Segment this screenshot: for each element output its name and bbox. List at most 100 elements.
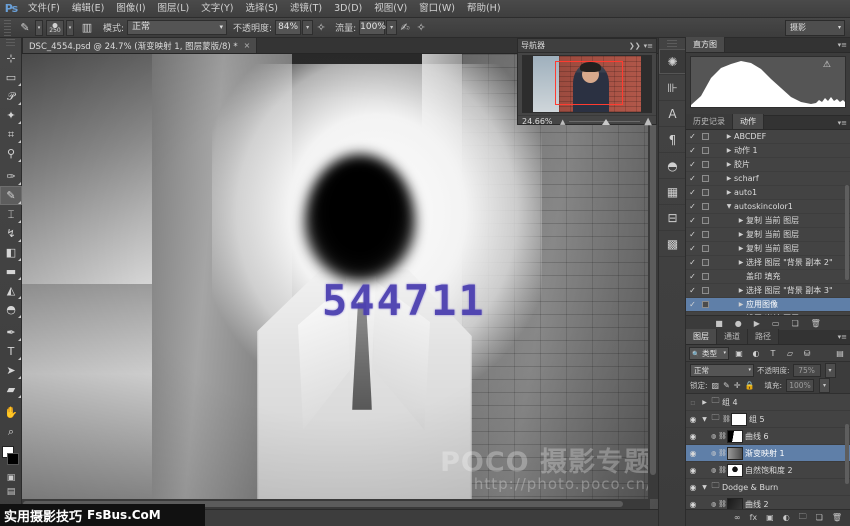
chevron-right-icon[interactable]: ▶ bbox=[736, 217, 746, 224]
action-enabled-check[interactable]: ✓ bbox=[686, 286, 699, 295]
layers-scrollbar[interactable] bbox=[845, 424, 849, 484]
brush-panel-toggle-icon[interactable]: ▥ bbox=[77, 20, 97, 36]
action-enabled-check[interactable]: ✓ bbox=[686, 188, 699, 197]
actions-menu-icon[interactable]: ▾≡ bbox=[838, 119, 847, 127]
histogram-menu-icon[interactable]: ▾≡ bbox=[838, 41, 847, 49]
actions-list[interactable]: ✓▶ABCDEF✓▶动作 1✓▶胶片✓▶scharf✓▶auto1✓▼autos… bbox=[686, 130, 850, 315]
layer-row[interactable]: ◉◍⛓曲线 6 bbox=[686, 428, 850, 445]
action-row[interactable]: ✓盖印 填充 bbox=[686, 270, 850, 284]
layer-link-icon[interactable]: ⛓ bbox=[718, 449, 727, 457]
navigator-view-rectangle[interactable] bbox=[555, 61, 623, 105]
layer-opacity-input[interactable]: 75% bbox=[793, 364, 821, 377]
play-button[interactable]: ▶ bbox=[754, 319, 760, 328]
chevron-right-icon[interactable]: ▼ bbox=[724, 203, 734, 210]
chevron-right-icon[interactable]: ▶ bbox=[736, 287, 746, 294]
chevron-right-icon[interactable]: ▶ bbox=[736, 245, 746, 252]
layer-blend-mode-select[interactable]: 正常 bbox=[690, 364, 754, 377]
navigator-panel[interactable]: 导航器 ❯❯ ▾≡ 24.66% ▲ ▲ bbox=[517, 38, 657, 125]
filter-type-icon[interactable]: T bbox=[766, 346, 780, 360]
background-color-swatch[interactable] bbox=[7, 453, 19, 465]
eyedropper-tool[interactable]: ⚲ bbox=[0, 144, 22, 163]
layer-row[interactable]: ◉◍⛓渐变映射 1 bbox=[686, 445, 850, 462]
flow-pressure-icon[interactable]: ✧ bbox=[413, 20, 429, 36]
action-row[interactable]: ✓▶复制 当前 图层 bbox=[686, 228, 850, 242]
action-row[interactable]: ✓▶胶片 bbox=[686, 158, 850, 172]
layer-mask-thumbnail[interactable] bbox=[731, 413, 747, 426]
action-row[interactable]: ✓▶auto1 bbox=[686, 186, 850, 200]
clone-stamp-tool[interactable]: ⌶ bbox=[0, 205, 22, 224]
workspace-select[interactable]: 摄影 bbox=[785, 20, 845, 36]
menu-3d[interactable]: 3D(D) bbox=[328, 0, 368, 18]
collapse-icon[interactable]: ❯❯ bbox=[629, 42, 641, 50]
brush-tool-icon[interactable]: ✎ bbox=[15, 20, 35, 36]
menu-view[interactable]: 视图(V) bbox=[368, 0, 413, 18]
styles-panel-icon[interactable]: ⊪ bbox=[659, 75, 686, 101]
new-group-icon[interactable]: 🗀 bbox=[799, 511, 807, 525]
action-row[interactable]: ✓▶应用图像 bbox=[686, 298, 850, 312]
chevron-right-icon[interactable]: ▶ bbox=[736, 259, 746, 266]
tab-layers[interactable]: 图层 bbox=[686, 329, 717, 344]
action-row[interactable]: ✓▶设置 当前 图层 bbox=[686, 312, 850, 315]
layer-visibility-icon[interactable]: ▫ bbox=[686, 398, 700, 407]
character-panel-icon[interactable]: A bbox=[659, 101, 686, 127]
filter-pixel-icon[interactable]: ▣ bbox=[732, 346, 746, 360]
navigator-zoom-value[interactable]: 24.66% bbox=[522, 117, 556, 126]
actions-scrollbar[interactable] bbox=[845, 185, 849, 280]
dodge-tool[interactable]: ◓ bbox=[0, 300, 22, 319]
lock-position-icon[interactable]: ✛ bbox=[734, 381, 741, 390]
action-enabled-check[interactable]: ✓ bbox=[686, 174, 699, 183]
histogram-warning-icon[interactable]: ⚠ bbox=[823, 60, 831, 70]
color-swatches[interactable] bbox=[0, 445, 22, 471]
layer-thumbnail[interactable] bbox=[727, 464, 743, 477]
action-row[interactable]: ✓▶ABCDEF bbox=[686, 130, 850, 144]
filter-smart-icon[interactable]: ⛁ bbox=[800, 346, 814, 360]
menu-edit[interactable]: 编辑(E) bbox=[66, 0, 110, 18]
record-button[interactable]: ● bbox=[735, 319, 742, 328]
delete-layer-icon[interactable]: 🗑 bbox=[832, 513, 842, 522]
blend-mode-select[interactable]: 正常 bbox=[127, 20, 227, 35]
layer-visibility-icon[interactable]: ◉ bbox=[686, 415, 700, 424]
lock-transparent-icon[interactable]: ▨ bbox=[712, 381, 720, 390]
airbrush-toggle-icon[interactable]: ✍ bbox=[397, 20, 413, 36]
tab-histogram[interactable]: 直方图 bbox=[686, 37, 725, 52]
opacity-input[interactable]: 84% bbox=[275, 20, 301, 35]
tool-preset-chevron-icon[interactable]: ▾ bbox=[35, 20, 43, 36]
chevron-right-icon[interactable]: ▶ bbox=[724, 147, 734, 154]
layers-list[interactable]: ▫▶🗀组 4◉▼🗀⛓组 5◉◍⛓曲线 6◉◍⛓渐变映射 1◉◍⛓自然饱和度 2◉… bbox=[686, 394, 850, 509]
action-enabled-check[interactable]: ✓ bbox=[686, 160, 699, 169]
chevron-right-icon[interactable]: ▶ bbox=[736, 301, 746, 308]
layer-row[interactable]: ◉◍⛓自然饱和度 2 bbox=[686, 462, 850, 479]
layer-opacity-stepper-icon[interactable]: ▾ bbox=[825, 363, 836, 378]
new-layer-icon[interactable]: ❏ bbox=[816, 513, 823, 522]
brush-preset-chevron-icon[interactable]: ▾ bbox=[66, 20, 74, 36]
chevron-right-icon[interactable]: ▶ bbox=[724, 175, 734, 182]
navigator-thumbnail[interactable] bbox=[522, 55, 652, 113]
menu-type[interactable]: 文字(Y) bbox=[195, 0, 239, 18]
pen-tool[interactable]: ✒ bbox=[0, 323, 22, 342]
new-set-button[interactable]: ▭ bbox=[772, 319, 780, 328]
layer-visibility-icon[interactable]: ◉ bbox=[686, 432, 700, 441]
move-tool[interactable]: ⊹ bbox=[0, 49, 22, 68]
options-bar-grip[interactable] bbox=[4, 20, 11, 36]
action-row[interactable]: ✓▶scharf bbox=[686, 172, 850, 186]
flow-input[interactable]: 100% bbox=[359, 20, 385, 35]
dock-grip[interactable] bbox=[667, 40, 677, 47]
adjustments-panel-icon[interactable]: ✺ bbox=[659, 49, 686, 75]
link-layers-icon[interactable]: ∞ bbox=[734, 513, 741, 522]
chevron-right-icon[interactable]: ▶ bbox=[724, 133, 734, 140]
layer-visibility-icon[interactable]: ◉ bbox=[686, 449, 700, 458]
history-brush-tool[interactable]: ↯ bbox=[0, 224, 22, 243]
layer-link-icon[interactable]: ⛓ bbox=[718, 466, 727, 474]
action-enabled-check[interactable]: ✓ bbox=[686, 216, 699, 225]
hand-tool[interactable]: ✋ bbox=[0, 403, 22, 422]
opacity-stepper-icon[interactable]: ▾ bbox=[302, 20, 313, 35]
layer-fill-stepper-icon[interactable]: ▾ bbox=[819, 378, 830, 393]
action-dialog-toggle[interactable] bbox=[699, 175, 712, 182]
layer-link-icon[interactable]: ⛓ bbox=[718, 432, 727, 440]
layer-row[interactable]: ▫▶🗀组 4 bbox=[686, 394, 850, 411]
layer-link-icon[interactable]: ⛓ bbox=[718, 500, 727, 508]
tab-history[interactable]: 历史记录 bbox=[686, 114, 733, 129]
opacity-pressure-icon[interactable]: ✧ bbox=[313, 20, 329, 36]
layer-filter-type-select[interactable]: 类型 bbox=[689, 347, 729, 360]
eraser-tool[interactable]: ◧ bbox=[0, 243, 22, 262]
